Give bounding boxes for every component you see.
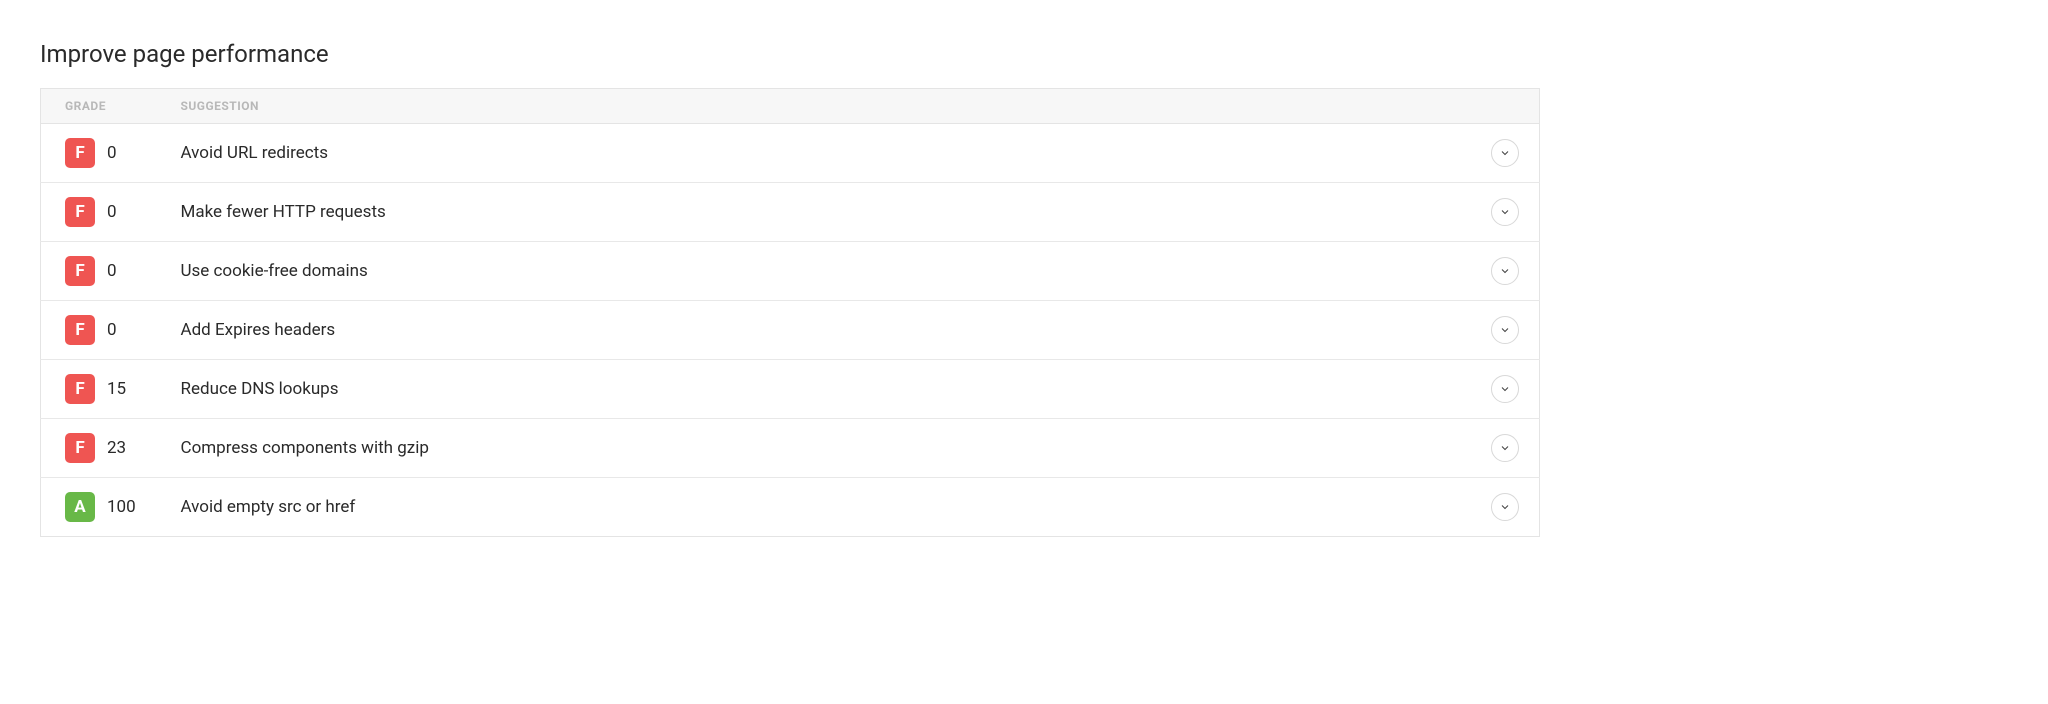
suggestion-cell: Avoid URL redirects xyxy=(181,124,1480,183)
grade-cell: F 23 xyxy=(41,419,181,478)
table-row[interactable]: F0Add Expires headers xyxy=(41,301,1540,360)
chevron-down-icon xyxy=(1499,324,1511,336)
expand-cell xyxy=(1480,478,1540,537)
grade-badge: A xyxy=(65,492,95,522)
grade-score: 15 xyxy=(107,379,126,399)
table-row[interactable]: F0Make fewer HTTP requests xyxy=(41,183,1540,242)
expand-button[interactable] xyxy=(1491,139,1519,167)
table-row[interactable]: F 23 Compress components with gzip xyxy=(41,419,1540,478)
expand-button[interactable] xyxy=(1491,493,1519,521)
chevron-down-icon xyxy=(1499,383,1511,395)
grade-score: 100 xyxy=(107,497,136,517)
grade-cell: F 15 xyxy=(41,360,181,419)
grade-badge: F xyxy=(65,197,95,227)
chevron-down-icon xyxy=(1499,442,1511,454)
grade-badge: F xyxy=(65,374,95,404)
suggestion-cell: Reduce DNS lookups xyxy=(181,360,1480,419)
table-header: GRADE SUGGESTION xyxy=(41,89,1540,124)
expand-button[interactable] xyxy=(1491,434,1519,462)
performance-table: GRADE SUGGESTION F0Avoid URL redirectsF0… xyxy=(40,88,1540,537)
table-body: F0Avoid URL redirectsF0Make fewer HTTP r… xyxy=(41,124,1540,537)
chevron-down-icon xyxy=(1499,206,1511,218)
grade-score: 0 xyxy=(107,261,117,281)
table-row[interactable]: F0Avoid URL redirects xyxy=(41,124,1540,183)
grade-badge: F xyxy=(65,138,95,168)
expand-cell xyxy=(1480,124,1540,183)
grade-cell: F0 xyxy=(41,301,181,360)
grade-cell: A 100 xyxy=(41,478,181,537)
chevron-down-icon xyxy=(1499,147,1511,159)
expand-cell xyxy=(1480,419,1540,478)
table-row[interactable]: F0Use cookie-free domains xyxy=(41,242,1540,301)
expand-button[interactable] xyxy=(1491,198,1519,226)
chevron-down-icon xyxy=(1499,265,1511,277)
expand-button[interactable] xyxy=(1491,257,1519,285)
col-suggestion-header: SUGGESTION xyxy=(181,89,1480,124)
expand-cell xyxy=(1480,242,1540,301)
expand-cell xyxy=(1480,360,1540,419)
page-title: Improve page performance xyxy=(40,40,1540,68)
col-grade-header: GRADE xyxy=(41,89,181,124)
grade-cell: F0 xyxy=(41,124,181,183)
grade-cell: F0 xyxy=(41,242,181,301)
suggestion-cell: Make fewer HTTP requests xyxy=(181,183,1480,242)
grade-score: 23 xyxy=(107,438,126,458)
expand-cell xyxy=(1480,183,1540,242)
table-row[interactable]: A 100 Avoid empty src or href xyxy=(41,478,1540,537)
table-row[interactable]: F 15 Reduce DNS lookups xyxy=(41,360,1540,419)
grade-cell: F0 xyxy=(41,183,181,242)
suggestion-cell: Compress components with gzip xyxy=(181,419,1480,478)
grade-badge: F xyxy=(65,256,95,286)
suggestion-cell: Avoid empty src or href xyxy=(181,478,1480,537)
expand-cell xyxy=(1480,301,1540,360)
grade-badge: F xyxy=(65,433,95,463)
col-expand-header xyxy=(1480,89,1540,124)
suggestion-cell: Add Expires headers xyxy=(181,301,1480,360)
grade-score: 0 xyxy=(107,202,117,222)
grade-score: 0 xyxy=(107,143,117,163)
expand-button[interactable] xyxy=(1491,375,1519,403)
grade-badge: F xyxy=(65,315,95,345)
suggestion-cell: Use cookie-free domains xyxy=(181,242,1480,301)
expand-button[interactable] xyxy=(1491,316,1519,344)
grade-score: 0 xyxy=(107,320,117,340)
chevron-down-icon xyxy=(1499,501,1511,513)
